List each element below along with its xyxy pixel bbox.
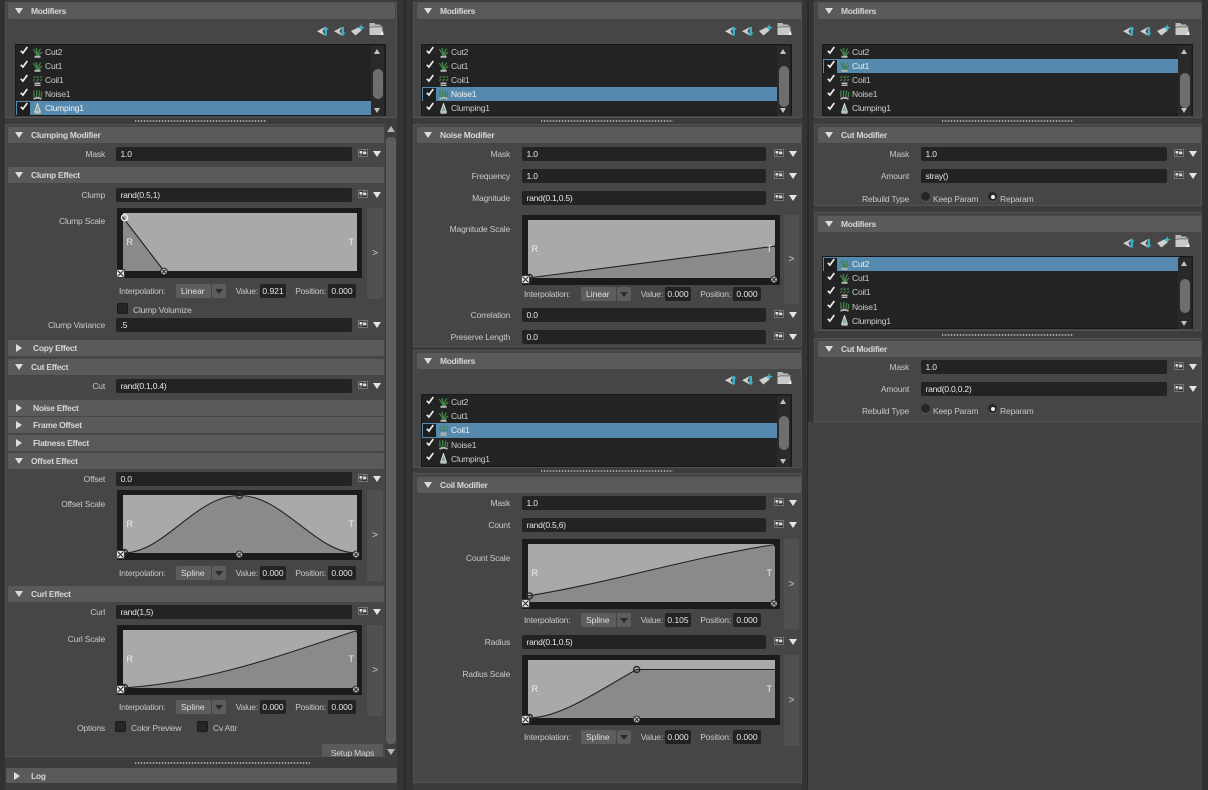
svg-text:T: T [767, 568, 773, 578]
svg-text:R: R [532, 684, 539, 694]
svg-text:T: T [349, 237, 355, 247]
svg-text:T: T [349, 519, 355, 529]
svg-text:T: T [767, 244, 773, 254]
svg-text:R: R [127, 519, 134, 529]
svg-text:R: R [127, 237, 134, 247]
svg-text:T: T [767, 684, 773, 694]
svg-text:R: R [532, 244, 539, 254]
svg-text:T: T [349, 654, 355, 664]
svg-text:R: R [532, 568, 539, 578]
svg-text:R: R [127, 654, 134, 664]
